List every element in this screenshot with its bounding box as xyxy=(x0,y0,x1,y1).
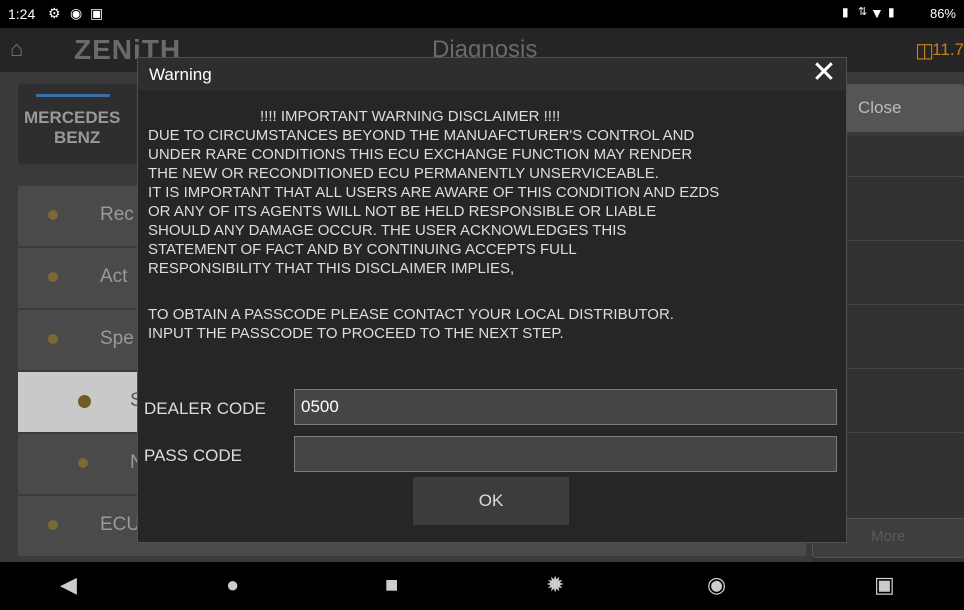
close-button-label: Close xyxy=(858,98,902,117)
dialog-title-bar: Warning ✕ xyxy=(138,58,846,90)
disclaimer-heading: !!!! IMPORTANT WARNING DISCLAIMER !!!! xyxy=(260,108,561,125)
settings-gear-icon: ⚙ xyxy=(48,5,61,21)
screen-capture-icon: ▣ xyxy=(90,5,104,21)
dealer-code-label: DEALER CODE xyxy=(144,399,266,418)
disclaimer-line: OR ANY OF ITS AGENTS WILL NOT BE HELD RE… xyxy=(148,203,657,220)
bullet-icon xyxy=(48,210,58,220)
location-icon: ◉ xyxy=(70,5,83,21)
screenshot-icon[interactable]: ▣ xyxy=(874,572,895,598)
menu-item-label: Spe xyxy=(100,328,134,349)
home-icon[interactable]: ● xyxy=(226,572,239,598)
brand-accent-bar xyxy=(36,94,110,97)
menu-item-label: Rec xyxy=(100,204,134,225)
menu-item-label: ECU xyxy=(100,514,141,535)
settings-icon[interactable]: ✹ xyxy=(546,572,564,598)
more-button-label: More xyxy=(871,528,906,545)
pass-code-label: PASS CODE xyxy=(144,446,242,465)
brand-name-line1: MERCEDES xyxy=(24,108,121,127)
vehicle-battery-icon: ◫ xyxy=(915,40,934,62)
bullet-icon xyxy=(48,334,58,344)
disclaimer-line: DUE TO CIRCUMSTANCES BEYOND THE MANUAFCT… xyxy=(148,127,695,144)
recents-icon[interactable]: ■ xyxy=(385,572,398,598)
dealer-code-field[interactable] xyxy=(294,389,837,425)
disclaimer-line: UNDER RARE CONDITIONS THIS ECU EXCHANGE … xyxy=(148,146,693,163)
battery-icon: ▮ xyxy=(888,5,895,19)
bullet-icon xyxy=(78,395,91,408)
brand-name-line2: BENZ xyxy=(54,128,101,147)
dialog-title: Warning xyxy=(149,65,212,84)
battery-percent: 86% xyxy=(929,6,956,21)
status-bar: 1:24 ⚙ ◉ ▣ ▮ ⇅ ▼ ▮ 86% xyxy=(0,0,964,28)
status-time: 1:24 xyxy=(8,6,36,22)
disclaimer-line: STATEMENT OF FACT AND BY CONTINUING ACCE… xyxy=(148,241,577,258)
bullet-icon xyxy=(78,458,88,468)
disclaimer-line: RESPONSIBILITY THAT THIS DISCLAIMER IMPL… xyxy=(148,260,515,277)
bullet-icon xyxy=(48,272,58,282)
navigation-bar: ◀ ● ■ ✹ ◉ ▣ xyxy=(0,562,964,610)
bullet-icon xyxy=(48,520,58,530)
wifi-icon: ▼ xyxy=(870,5,884,21)
brand-badge[interactable]: MERCEDES BENZ xyxy=(18,84,144,164)
close-icon[interactable]: ✕ xyxy=(810,58,838,88)
data-arrows-icon: ⇅ xyxy=(858,6,868,18)
chrome-icon[interactable]: ◉ xyxy=(707,572,726,598)
vibrate-icon: ▮ xyxy=(842,5,849,19)
home-icon[interactable]: ⌂ xyxy=(10,36,23,62)
warning-dialog: Warning ✕ !!!! IMPORTANT WARNING DISCLAI… xyxy=(138,58,846,542)
menu-item-label: Act xyxy=(100,266,128,287)
disclaimer-line: THE NEW OR RECONDITIONED ECU PERMANENTLY… xyxy=(148,165,659,182)
disclaimer-line: SHOULD ANY DAMAGE OCCUR. THE USER ACKNOW… xyxy=(148,222,627,239)
battery-voltage: 11.7 xyxy=(932,40,964,59)
disclaimer-line: TO OBTAIN A PASSCODE PLEASE CONTACT YOUR… xyxy=(148,306,674,323)
back-icon[interactable]: ◀ xyxy=(60,572,77,598)
pass-code-field[interactable] xyxy=(294,436,837,472)
disclaimer-line: IT IS IMPORTANT THAT ALL USERS ARE AWARE… xyxy=(148,184,720,201)
disclaimer-line: INPUT THE PASSCODE TO PROCEED TO THE NEX… xyxy=(148,325,564,342)
ok-button[interactable]: OK xyxy=(413,477,569,525)
